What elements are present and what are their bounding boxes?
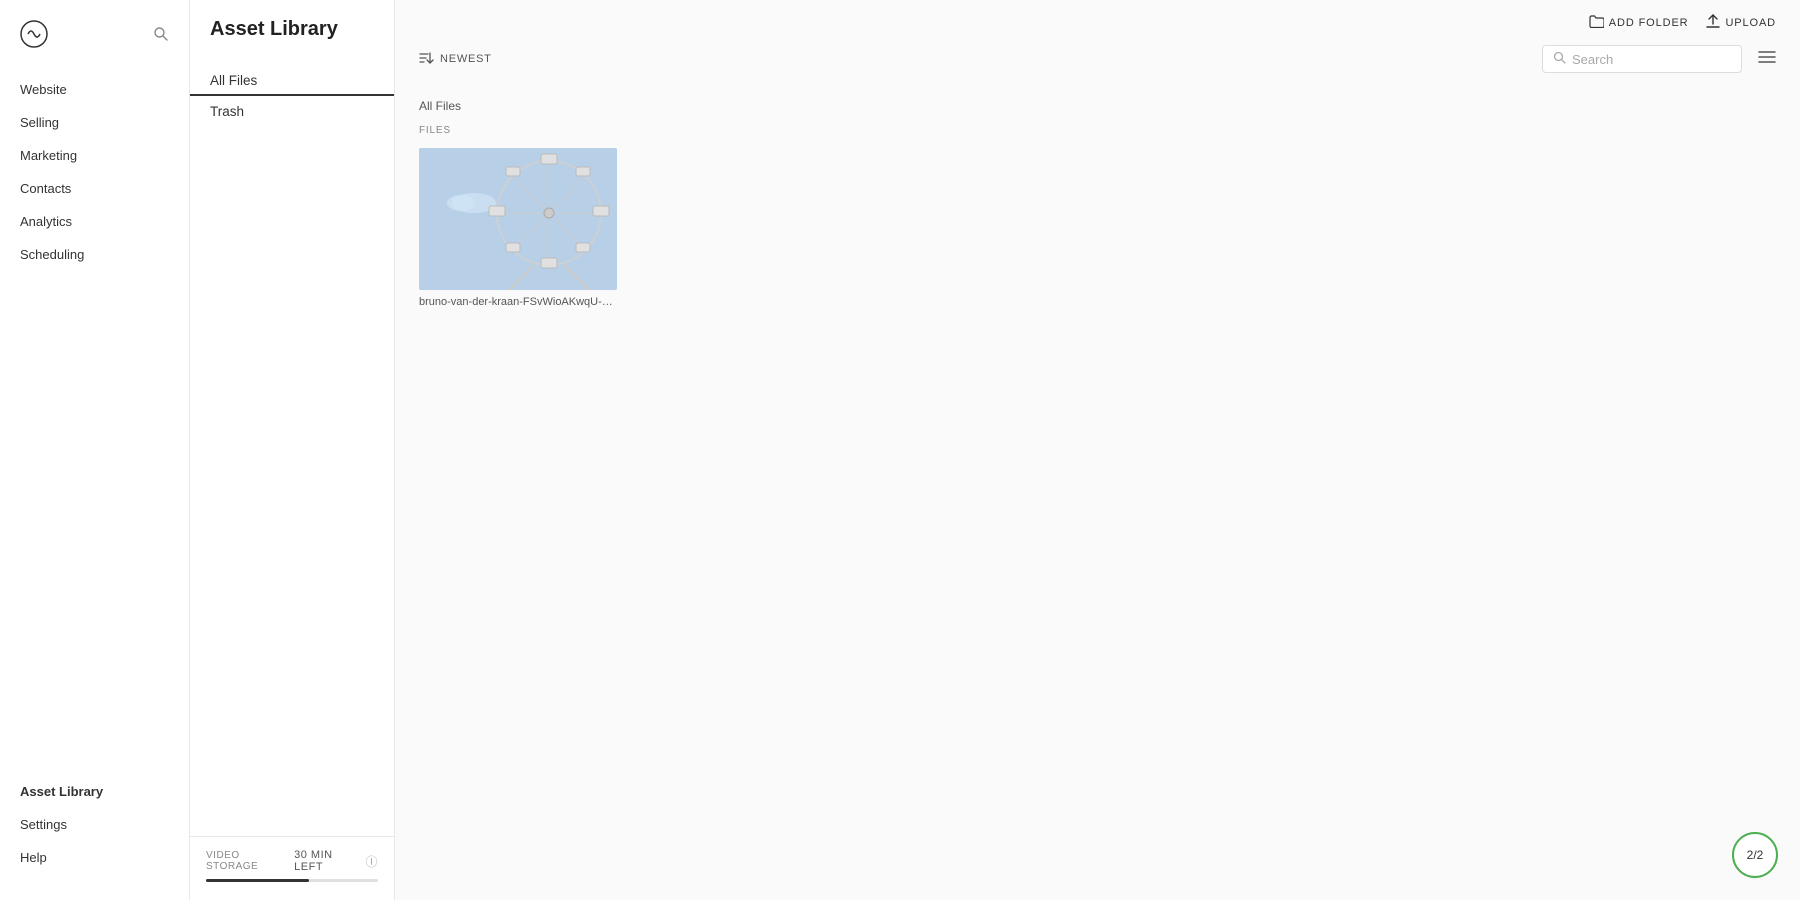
sidebar-item-website[interactable]: Website <box>0 73 189 106</box>
folder-add-icon <box>1589 15 1604 31</box>
grid-view-icon[interactable] <box>1758 49 1776 70</box>
storage-time: 30 MIN LEFT <box>294 849 359 873</box>
toolbar-right <box>1542 45 1776 73</box>
folder-nav-all-files[interactable]: All Files <box>190 65 394 96</box>
sort-label: NEWEST <box>440 53 492 65</box>
sidebar-item-asset-library[interactable]: Asset Library <box>0 775 189 808</box>
storage-bar-bg <box>206 879 378 882</box>
sidebar-item-marketing[interactable]: Marketing <box>0 139 189 172</box>
storage-badge[interactable]: 2/2 <box>1732 832 1778 878</box>
add-folder-button[interactable]: ADD FOLDER <box>1589 15 1689 31</box>
breadcrumb: All Files <box>419 99 1776 113</box>
main-toolbar: NEWEST <box>395 31 1800 83</box>
file-thumbnail <box>419 148 617 290</box>
upload-label: UPLOAD <box>1725 17 1776 29</box>
question-circle-icon[interactable]: ⓘ <box>365 853 378 870</box>
content-area: All Files FILES <box>395 83 1800 900</box>
folder-panel-title: Asset Library <box>190 0 394 55</box>
sidebar-item-selling[interactable]: Selling <box>0 106 189 139</box>
sidebar-item-settings[interactable]: Settings <box>0 808 189 841</box>
files-section-label: FILES <box>419 125 1776 136</box>
files-grid: bruno-van-der-kraan-FSvWioAKwqU-unsplas.… <box>419 148 1776 308</box>
sidebar-bottom: Asset Library Settings Help <box>0 765 189 884</box>
folder-panel: Asset Library All Files Trash VIDEO STOR… <box>190 0 395 900</box>
add-folder-label: ADD FOLDER <box>1609 17 1689 29</box>
upload-button[interactable]: UPLOAD <box>1706 14 1776 31</box>
sort-icon <box>419 51 434 68</box>
sidebar-search-icon[interactable] <box>153 26 169 47</box>
app-logo[interactable] <box>20 20 48 53</box>
sidebar: Website Selling Marketing Contacts Analy… <box>0 0 190 900</box>
search-bar <box>1542 45 1742 73</box>
main-content: ADD FOLDER UPLOAD <box>395 0 1800 900</box>
search-input[interactable] <box>1572 52 1731 67</box>
top-action-bar: ADD FOLDER UPLOAD <box>395 0 1800 31</box>
sidebar-nav: Website Selling Marketing Contacts Analy… <box>0 73 189 765</box>
storage-bar-fill <box>206 879 309 882</box>
file-name: bruno-van-der-kraan-FSvWioAKwqU-unsplas.… <box>419 296 617 308</box>
sidebar-item-contacts[interactable]: Contacts <box>0 172 189 205</box>
folder-panel-footer: VIDEO STORAGE 30 MIN LEFT ⓘ <box>190 836 394 900</box>
storage-label: VIDEO STORAGE <box>206 850 288 872</box>
sidebar-logo-area <box>0 16 189 73</box>
folder-nav-trash[interactable]: Trash <box>190 96 394 127</box>
folder-nav: All Files Trash <box>190 55 394 836</box>
file-card[interactable]: bruno-van-der-kraan-FSvWioAKwqU-unsplas.… <box>419 148 617 308</box>
sidebar-item-analytics[interactable]: Analytics <box>0 205 189 238</box>
sidebar-item-help[interactable]: Help <box>0 841 189 874</box>
upload-icon <box>1706 14 1720 31</box>
search-icon <box>1553 51 1566 67</box>
sidebar-item-scheduling[interactable]: Scheduling <box>0 238 189 271</box>
sort-control[interactable]: NEWEST <box>419 51 492 68</box>
